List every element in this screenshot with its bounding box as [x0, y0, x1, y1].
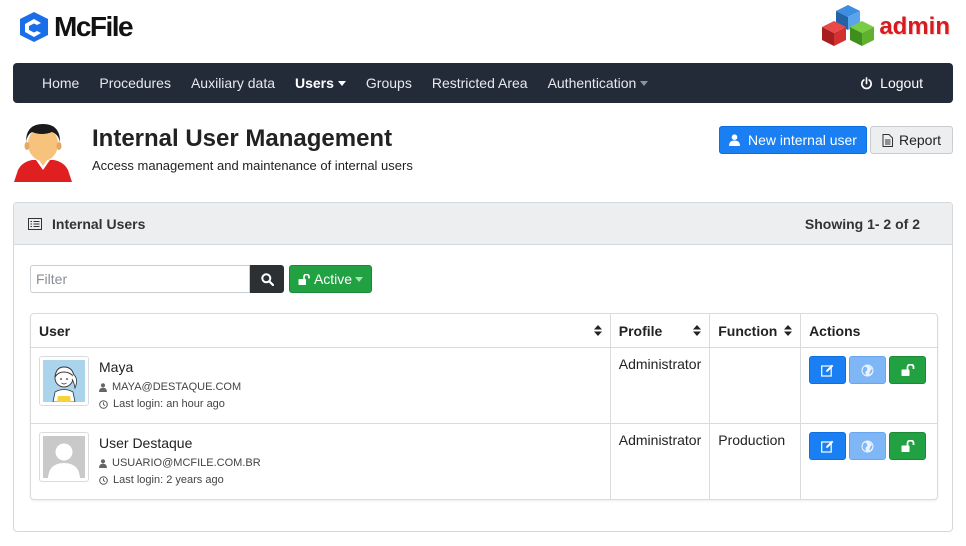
unlock-icon	[901, 440, 914, 452]
table-row: User Destaque USUARIO@MCFILE.COM.BR Last…	[31, 423, 937, 499]
report-label: Report	[898, 132, 942, 148]
cubes-icon	[822, 5, 875, 46]
function-cell	[709, 348, 800, 423]
search-icon	[260, 272, 274, 286]
new-internal-user-button[interactable]: New internal user	[719, 126, 867, 154]
chevron-down-icon	[337, 81, 346, 86]
edit-icon	[821, 364, 834, 377]
user-name: User Destaque	[99, 435, 193, 451]
nav-groups-label: Groups	[365, 75, 412, 91]
report-button[interactable]: Report	[870, 126, 953, 154]
actions-cell	[800, 348, 937, 423]
user-icon	[729, 134, 741, 146]
column-header-profile[interactable]: Profile	[609, 314, 710, 348]
admin-label: admin	[879, 13, 950, 40]
profile-cell: Administrator	[609, 423, 710, 499]
user-cell: Maya MAYA@DESTAQUE.COM Last login: an ho…	[31, 348, 610, 423]
default-avatar-icon	[43, 436, 85, 478]
edit-button[interactable]	[809, 432, 847, 460]
results-count: Showing 1- 2 of 2	[804, 215, 920, 232]
panel-header: Internal Users Showing 1- 2 of 2	[14, 203, 952, 245]
user-cell: User Destaque USUARIO@MCFILE.COM.BR Last…	[31, 423, 610, 499]
nav-restricted-area[interactable]: Restricted Area	[422, 63, 538, 103]
list-icon	[28, 217, 42, 230]
nav-home-label: Home	[42, 75, 80, 91]
brand-name: McFile	[54, 11, 134, 42]
function-cell: Production	[709, 423, 801, 499]
panel-title: Internal Users	[52, 215, 146, 232]
user-email: MAYA@DESTAQUE.COM	[112, 381, 242, 393]
search-button[interactable]	[250, 265, 284, 293]
user-last-login-row: Last login: 2 years ago	[99, 474, 261, 486]
new-internal-user-label: New internal user	[748, 132, 857, 148]
table-row: Maya MAYA@DESTAQUE.COM Last login: an ho…	[31, 348, 937, 423]
unlock-button[interactable]	[889, 356, 927, 384]
mcfile-logo-icon	[20, 12, 48, 42]
status-filter-dropdown[interactable]: Active	[289, 265, 372, 293]
unlock-icon	[901, 364, 914, 376]
sort-icon	[784, 325, 793, 336]
column-function-label: Function	[718, 322, 778, 339]
user-email-row: MAYA@DESTAQUE.COM	[99, 381, 241, 393]
column-user-label: User	[39, 322, 71, 339]
user-management-icon	[12, 120, 74, 182]
edit-button[interactable]	[809, 356, 847, 384]
nav-users[interactable]: Users	[285, 63, 356, 103]
nav-auxiliary-label: Auxiliary data	[190, 75, 275, 91]
avatar	[39, 432, 89, 482]
unlock-icon	[298, 273, 310, 285]
avatar	[39, 356, 89, 406]
user-last-login: Last login: 2 years ago	[113, 474, 224, 486]
unlock-button[interactable]	[889, 432, 927, 460]
nav-authentication[interactable]: Authentication	[538, 63, 659, 103]
nav-auxiliary-data[interactable]: Auxiliary data	[181, 63, 285, 103]
users-table: User Profile Function Actions Maya MAYA@…	[30, 313, 938, 500]
user-name: Maya	[99, 359, 134, 375]
admin-logo: admin	[819, 3, 950, 49]
sort-icon	[593, 325, 602, 336]
nav-restricted-label: Restricted Area	[431, 75, 528, 91]
nav-procedures-label: Procedures	[99, 75, 171, 91]
user-last-login-row: Last login: an hour ago	[99, 398, 241, 410]
document-icon	[882, 133, 893, 147]
internal-users-panel: Internal Users Showing 1- 2 of 2 Active …	[13, 202, 953, 532]
user-email: USUARIO@MCFILE.COM.BR	[112, 457, 261, 469]
column-header-actions: Actions	[800, 314, 937, 348]
globe-icon	[861, 440, 874, 452]
chevron-down-icon	[355, 277, 364, 282]
globe-icon	[861, 364, 874, 376]
page-title: Internal User Management	[92, 125, 393, 152]
page-subtitle: Access management and maintenance of int…	[92, 158, 413, 173]
main-navbar: Home Procedures Auxiliary data Users Gro…	[13, 63, 953, 103]
status-filter-label: Active	[313, 271, 353, 287]
user-icon	[99, 382, 107, 392]
logout-button[interactable]: Logout	[860, 63, 923, 103]
filter-input[interactable]	[30, 265, 250, 293]
column-header-function[interactable]: Function	[709, 314, 801, 348]
globe-button[interactable]	[849, 432, 887, 460]
nav-home[interactable]: Home	[32, 63, 89, 103]
chevron-down-icon	[640, 81, 649, 86]
clock-icon	[99, 475, 108, 485]
edit-icon	[821, 440, 834, 453]
user-icon	[99, 458, 107, 468]
nav-users-label: Users	[295, 75, 334, 91]
nav-procedures[interactable]: Procedures	[89, 63, 181, 103]
user-email-row: USUARIO@MCFILE.COM.BR	[99, 457, 261, 469]
profile-cell: Administrator	[609, 348, 709, 423]
nav-authentication-label: Authentication	[547, 75, 637, 91]
column-header-user[interactable]: User	[31, 314, 610, 348]
power-icon	[861, 76, 873, 89]
globe-button[interactable]	[849, 356, 887, 384]
column-actions-label: Actions	[809, 322, 861, 339]
actions-cell	[800, 423, 937, 499]
user-last-login: Last login: an hour ago	[113, 398, 225, 410]
brand-logo[interactable]: McFile	[18, 10, 134, 44]
nav-groups[interactable]: Groups	[356, 63, 422, 103]
column-profile-label: Profile	[618, 322, 663, 339]
logout-label: Logout	[880, 75, 923, 91]
sort-icon	[693, 325, 702, 336]
clock-icon	[99, 399, 108, 409]
